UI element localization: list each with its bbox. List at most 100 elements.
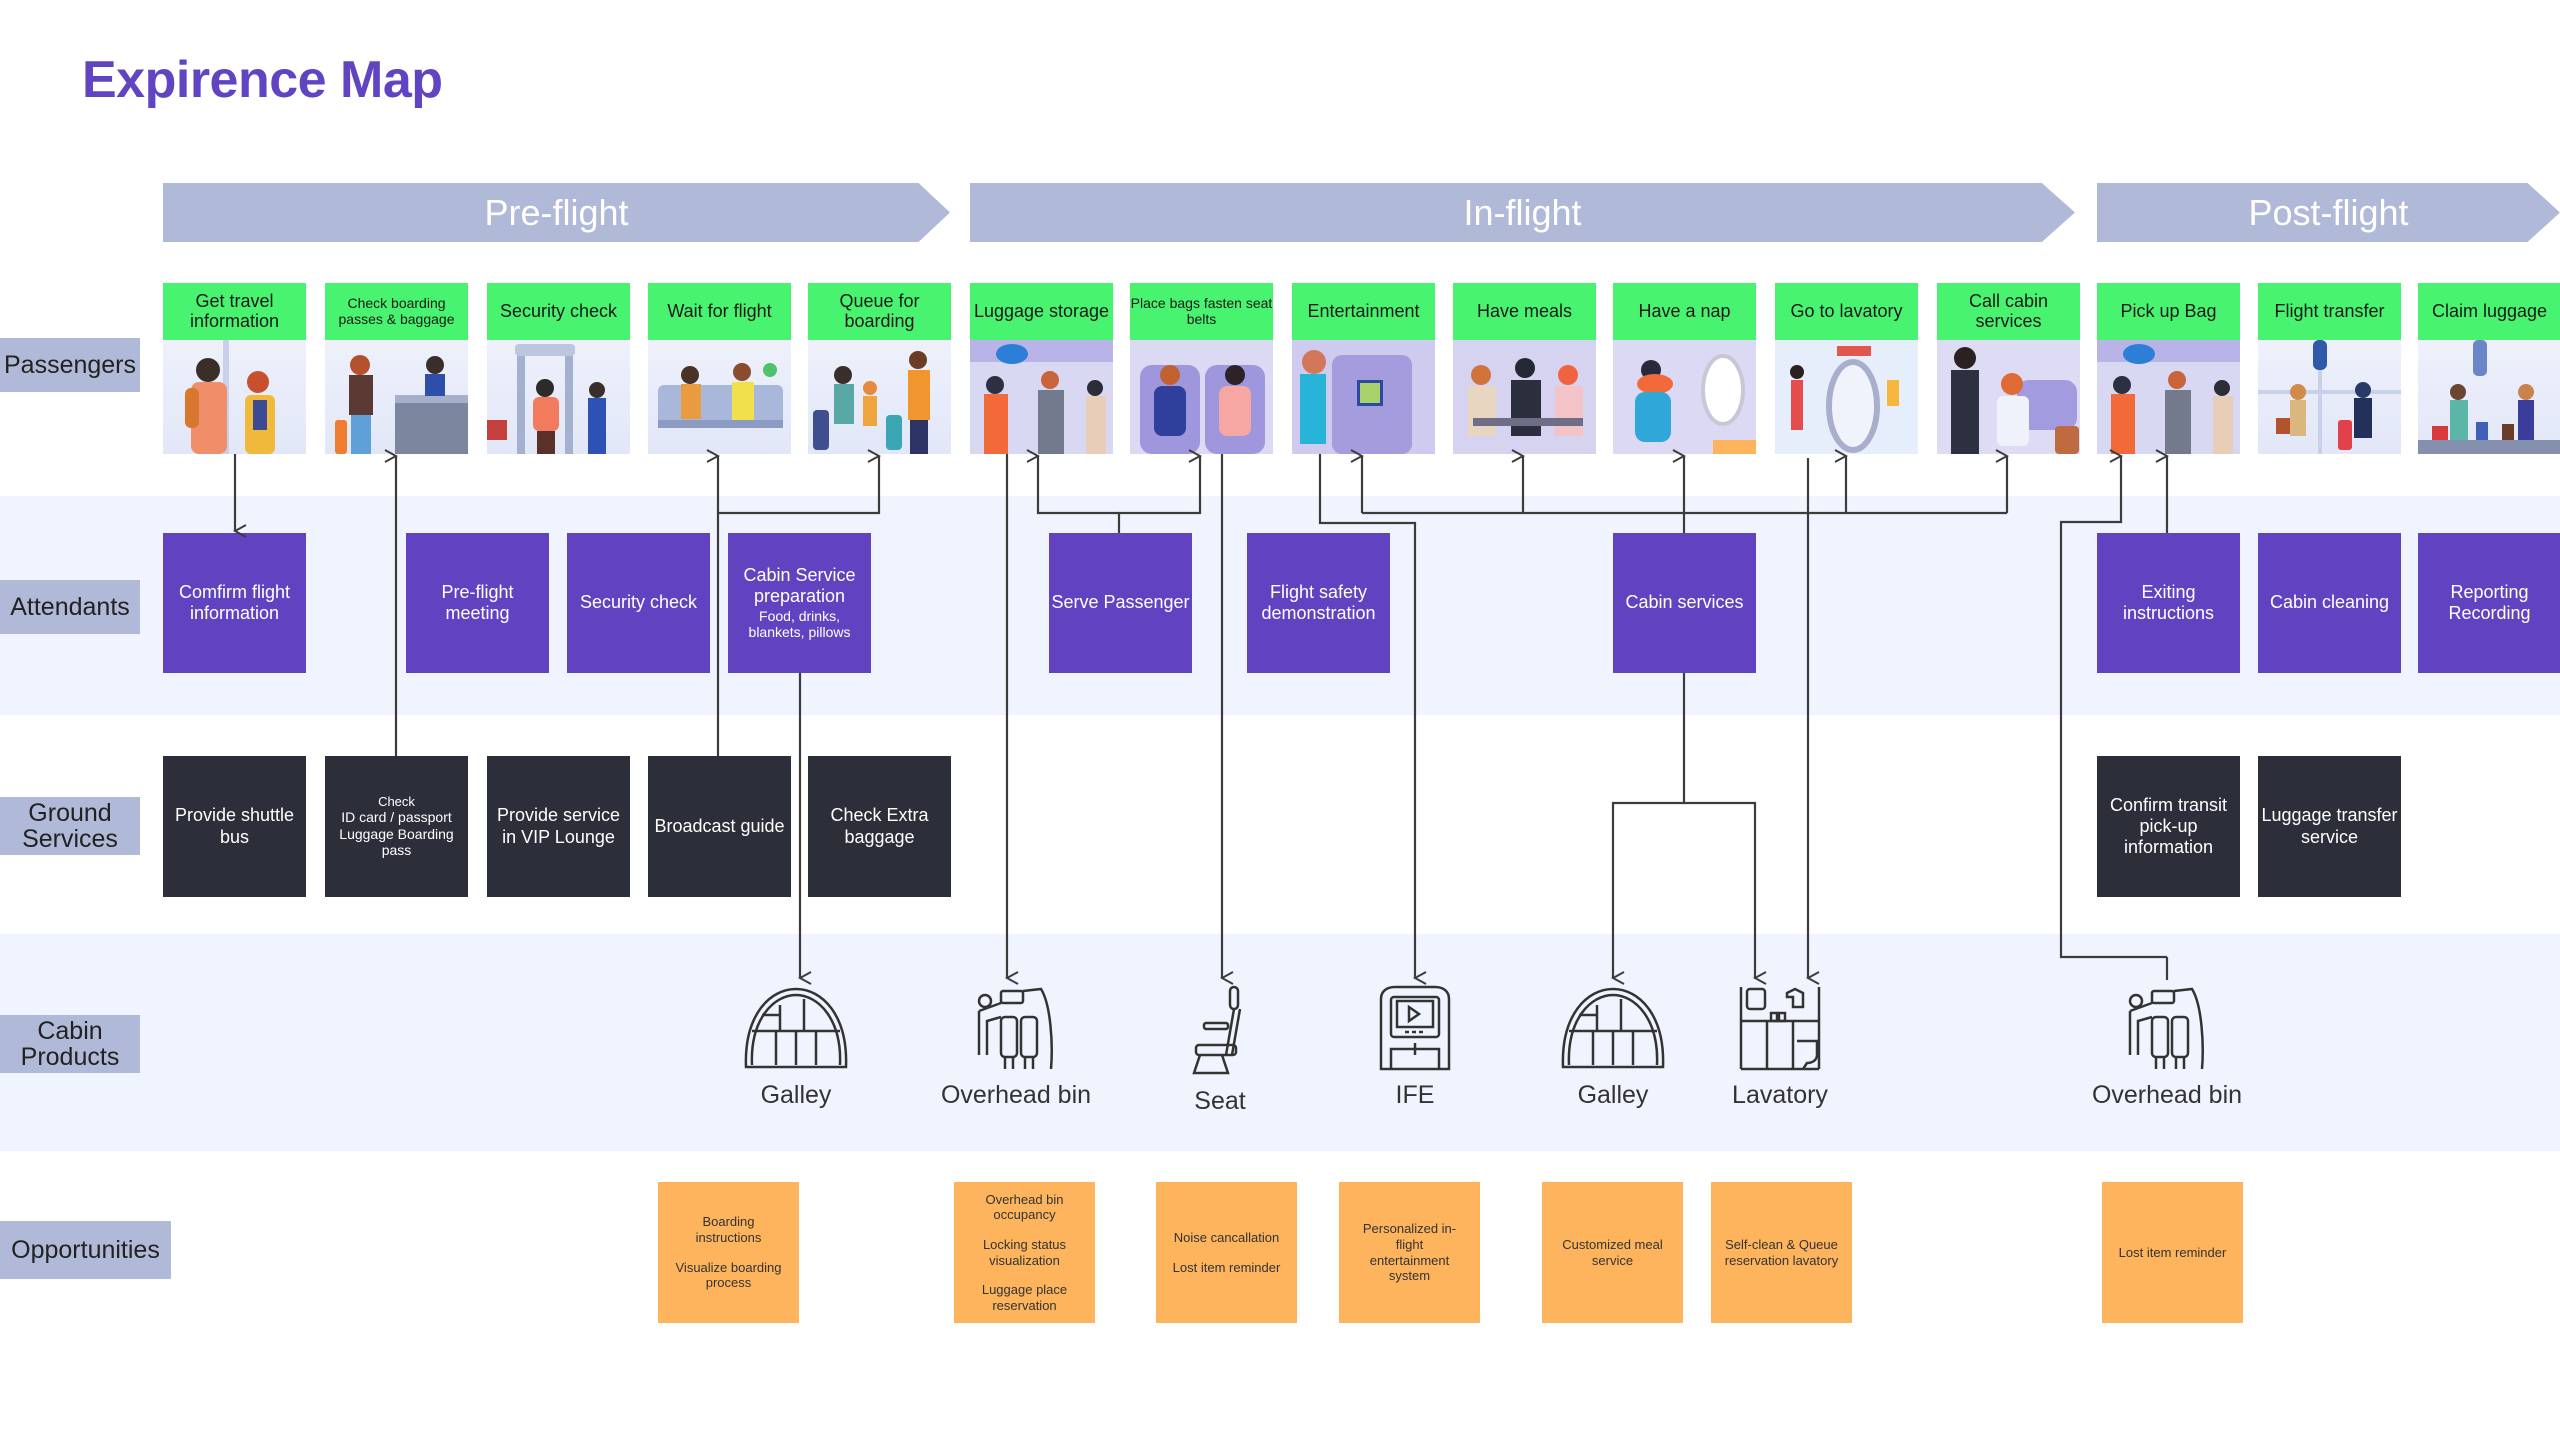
attendant-step[interactable]: Security check bbox=[567, 533, 710, 673]
passenger-step-card[interactable]: Security check bbox=[487, 283, 630, 454]
opportunity-item: Overhead bin occupancy bbox=[985, 1191, 1064, 1223]
passenger-step-card[interactable]: Place bags fasten seat belts bbox=[1130, 283, 1273, 454]
phase-label: Post-flight bbox=[2248, 191, 2409, 233]
passenger-step-card[interactable]: Go to lavatory bbox=[1775, 283, 1918, 454]
passenger-step-label: Claim luggage bbox=[2418, 283, 2560, 340]
attendant-step[interactable]: Cabin Service preparation Food, drinks, … bbox=[728, 533, 871, 673]
attendant-step[interactable]: Comfirm flight information bbox=[163, 533, 306, 673]
passenger-step-card[interactable]: Claim luggage bbox=[2418, 283, 2560, 454]
passenger-step-card[interactable]: Entertainment bbox=[1292, 283, 1435, 454]
illustration-baggage-carousel bbox=[2418, 340, 2560, 454]
cabin-product-lavatory[interactable]: Lavatory bbox=[1700, 985, 1860, 1110]
attendant-step-label: Pre-flight meeting bbox=[441, 581, 514, 623]
phase-post-flight: Post-flight bbox=[2097, 183, 2560, 242]
cabin-product-overhead-bin[interactable]: Overhead bin bbox=[936, 985, 1096, 1110]
passenger-step-card[interactable]: Queue for boarding bbox=[808, 283, 951, 454]
ground-service-step[interactable]: Provide service in VIP Lounge bbox=[487, 756, 630, 897]
opportunity-item: Self-clean & Queue reservation lavatory bbox=[1724, 1236, 1839, 1268]
row-label-cabin-products: Cabin Products bbox=[0, 1015, 140, 1073]
opportunity-note[interactable]: Personalized in-flight entertainment sys… bbox=[1339, 1182, 1480, 1323]
illustration-check-in-counter bbox=[325, 340, 468, 454]
attendant-step[interactable]: Pre-flight meeting bbox=[406, 533, 549, 673]
illustration-attendant-serving bbox=[1937, 340, 2080, 454]
attendant-step[interactable]: Serve Passenger bbox=[1049, 533, 1192, 673]
cabin-product-overhead-bin[interactable]: Overhead bin bbox=[2087, 985, 2247, 1110]
passenger-step-card[interactable]: Have meals bbox=[1453, 283, 1596, 454]
opportunity-note[interactable]: Overhead bin occupancy Locking status vi… bbox=[954, 1182, 1095, 1323]
overhead-bin-icon bbox=[2128, 987, 2204, 1070]
attendant-step-label: Exiting instructions bbox=[2122, 581, 2215, 623]
page-title: Expirence Map bbox=[82, 51, 443, 109]
cabin-product-galley[interactable]: Galley bbox=[1533, 985, 1693, 1110]
cabin-product-label: Lavatory bbox=[1732, 1081, 1828, 1109]
phase-in-flight: In-flight bbox=[970, 183, 2075, 242]
row-label-text: Attendants bbox=[10, 592, 130, 621]
ground-service-step[interactable]: Check ID card / passport Luggage Boardin… bbox=[325, 756, 468, 897]
passenger-step-card[interactable]: Wait for flight bbox=[648, 283, 791, 454]
ground-service-step[interactable]: Check Extra baggage bbox=[808, 756, 951, 897]
opportunity-item: Customized meal service bbox=[1562, 1236, 1663, 1268]
passenger-step-card[interactable]: Luggage storage bbox=[970, 283, 1113, 454]
passenger-step-label: Security check bbox=[487, 283, 630, 340]
opportunity-note[interactable]: Self-clean & Queue reservation lavatory bbox=[1711, 1182, 1852, 1323]
ground-service-step[interactable]: Broadcast guide bbox=[648, 756, 791, 897]
illustration-family-with-luggage bbox=[808, 340, 951, 454]
cabin-product-galley[interactable]: Galley bbox=[716, 985, 876, 1110]
illustration-seated-passengers-belts bbox=[1130, 340, 1273, 454]
passenger-step-card[interactable]: Get travel information bbox=[163, 283, 306, 454]
passenger-step-label: Have a nap bbox=[1613, 283, 1756, 340]
attendant-step-label: Cabin services bbox=[1625, 592, 1744, 613]
passenger-step-card[interactable]: Check boarding passes & baggage bbox=[325, 283, 468, 454]
cabin-product-label: Seat bbox=[1194, 1087, 1246, 1115]
attendant-step[interactable]: Flight safety demonstration bbox=[1247, 533, 1390, 673]
passenger-step-card[interactable]: Flight transfer bbox=[2258, 283, 2401, 454]
passenger-step-card[interactable]: Pick up Bag bbox=[2097, 283, 2240, 454]
ground-service-label: Provide service in VIP Lounge bbox=[496, 805, 621, 847]
opportunity-item: Luggage place reservation bbox=[981, 1282, 1068, 1313]
row-label-attendants: Attendants bbox=[0, 580, 140, 634]
illustration-seatback-screen bbox=[1292, 340, 1435, 454]
cabin-product-ife[interactable]: IFE bbox=[1335, 985, 1495, 1110]
passenger-step-label: Call cabin services bbox=[1937, 283, 2080, 340]
row-label-text: Passengers bbox=[3, 350, 137, 379]
opportunity-item: Lost item reminder bbox=[2118, 1244, 2227, 1260]
attendant-step[interactable]: Cabin cleaning bbox=[2258, 533, 2401, 673]
overhead-bin-icon bbox=[977, 987, 1053, 1070]
seat-icon bbox=[1192, 985, 1242, 1075]
opportunity-item: Noise cancallation bbox=[1173, 1229, 1280, 1245]
ife-screen-icon bbox=[1379, 985, 1451, 1071]
passenger-step-label: Get travel information bbox=[163, 283, 306, 340]
passenger-step-label: Entertainment bbox=[1292, 283, 1435, 340]
ground-service-step[interactable]: Confirm transit pick-up information bbox=[2097, 756, 2240, 897]
row-label-text: Ground bbox=[28, 798, 112, 827]
ground-service-step[interactable]: Luggage transfer service bbox=[2258, 756, 2401, 897]
illustration-travellers-walking bbox=[2258, 340, 2401, 454]
opportunity-note[interactable]: Noise cancallation Lost item reminder bbox=[1156, 1182, 1297, 1323]
phase-label: In-flight bbox=[1463, 191, 1582, 233]
opportunity-item: Visualize boarding process bbox=[675, 1259, 782, 1291]
attendant-step[interactable]: Cabin services bbox=[1613, 533, 1756, 673]
attendant-step[interactable]: Exiting instructions bbox=[2097, 533, 2240, 673]
row-label-text: Cabin bbox=[37, 1016, 103, 1045]
ground-service-step[interactable]: Provide shuttle bus bbox=[163, 756, 306, 897]
attendant-step-label: Flight safety demonstration bbox=[1261, 581, 1376, 623]
ground-service-label: Confirm transit pick-up information bbox=[2109, 794, 2228, 858]
attendant-step-label: Reporting Recording bbox=[2448, 581, 2531, 623]
illustration-waiting-seats bbox=[648, 340, 791, 454]
attendant-step-sublabel: Food, drinks, blankets, pillows bbox=[748, 607, 851, 641]
passenger-step-label: Queue for boarding bbox=[808, 283, 951, 340]
cabin-product-label: Overhead bin bbox=[940, 1081, 1092, 1109]
illustration-overhead-bin-retrieving bbox=[2097, 340, 2240, 454]
attendant-step-label: Cabin cleaning bbox=[2269, 592, 2390, 613]
opportunity-note[interactable]: Boarding instructions Visualize boarding… bbox=[658, 1182, 799, 1323]
passenger-step-card[interactable]: Have a nap bbox=[1613, 283, 1756, 454]
passenger-step-card[interactable]: Call cabin services bbox=[1937, 283, 2080, 454]
cabin-product-seat[interactable]: Seat bbox=[1140, 985, 1300, 1116]
lavatory-icon bbox=[1739, 987, 1821, 1071]
attendant-step-label: Security check bbox=[579, 592, 698, 613]
cabin-product-label: Overhead bin bbox=[2091, 1081, 2243, 1109]
opportunity-note[interactable]: Lost item reminder bbox=[2102, 1182, 2243, 1323]
passenger-step-label: Check boarding passes & baggage bbox=[325, 283, 468, 340]
opportunity-note[interactable]: Customized meal service bbox=[1542, 1182, 1683, 1323]
attendant-step[interactable]: Reporting Recording bbox=[2418, 533, 2560, 673]
